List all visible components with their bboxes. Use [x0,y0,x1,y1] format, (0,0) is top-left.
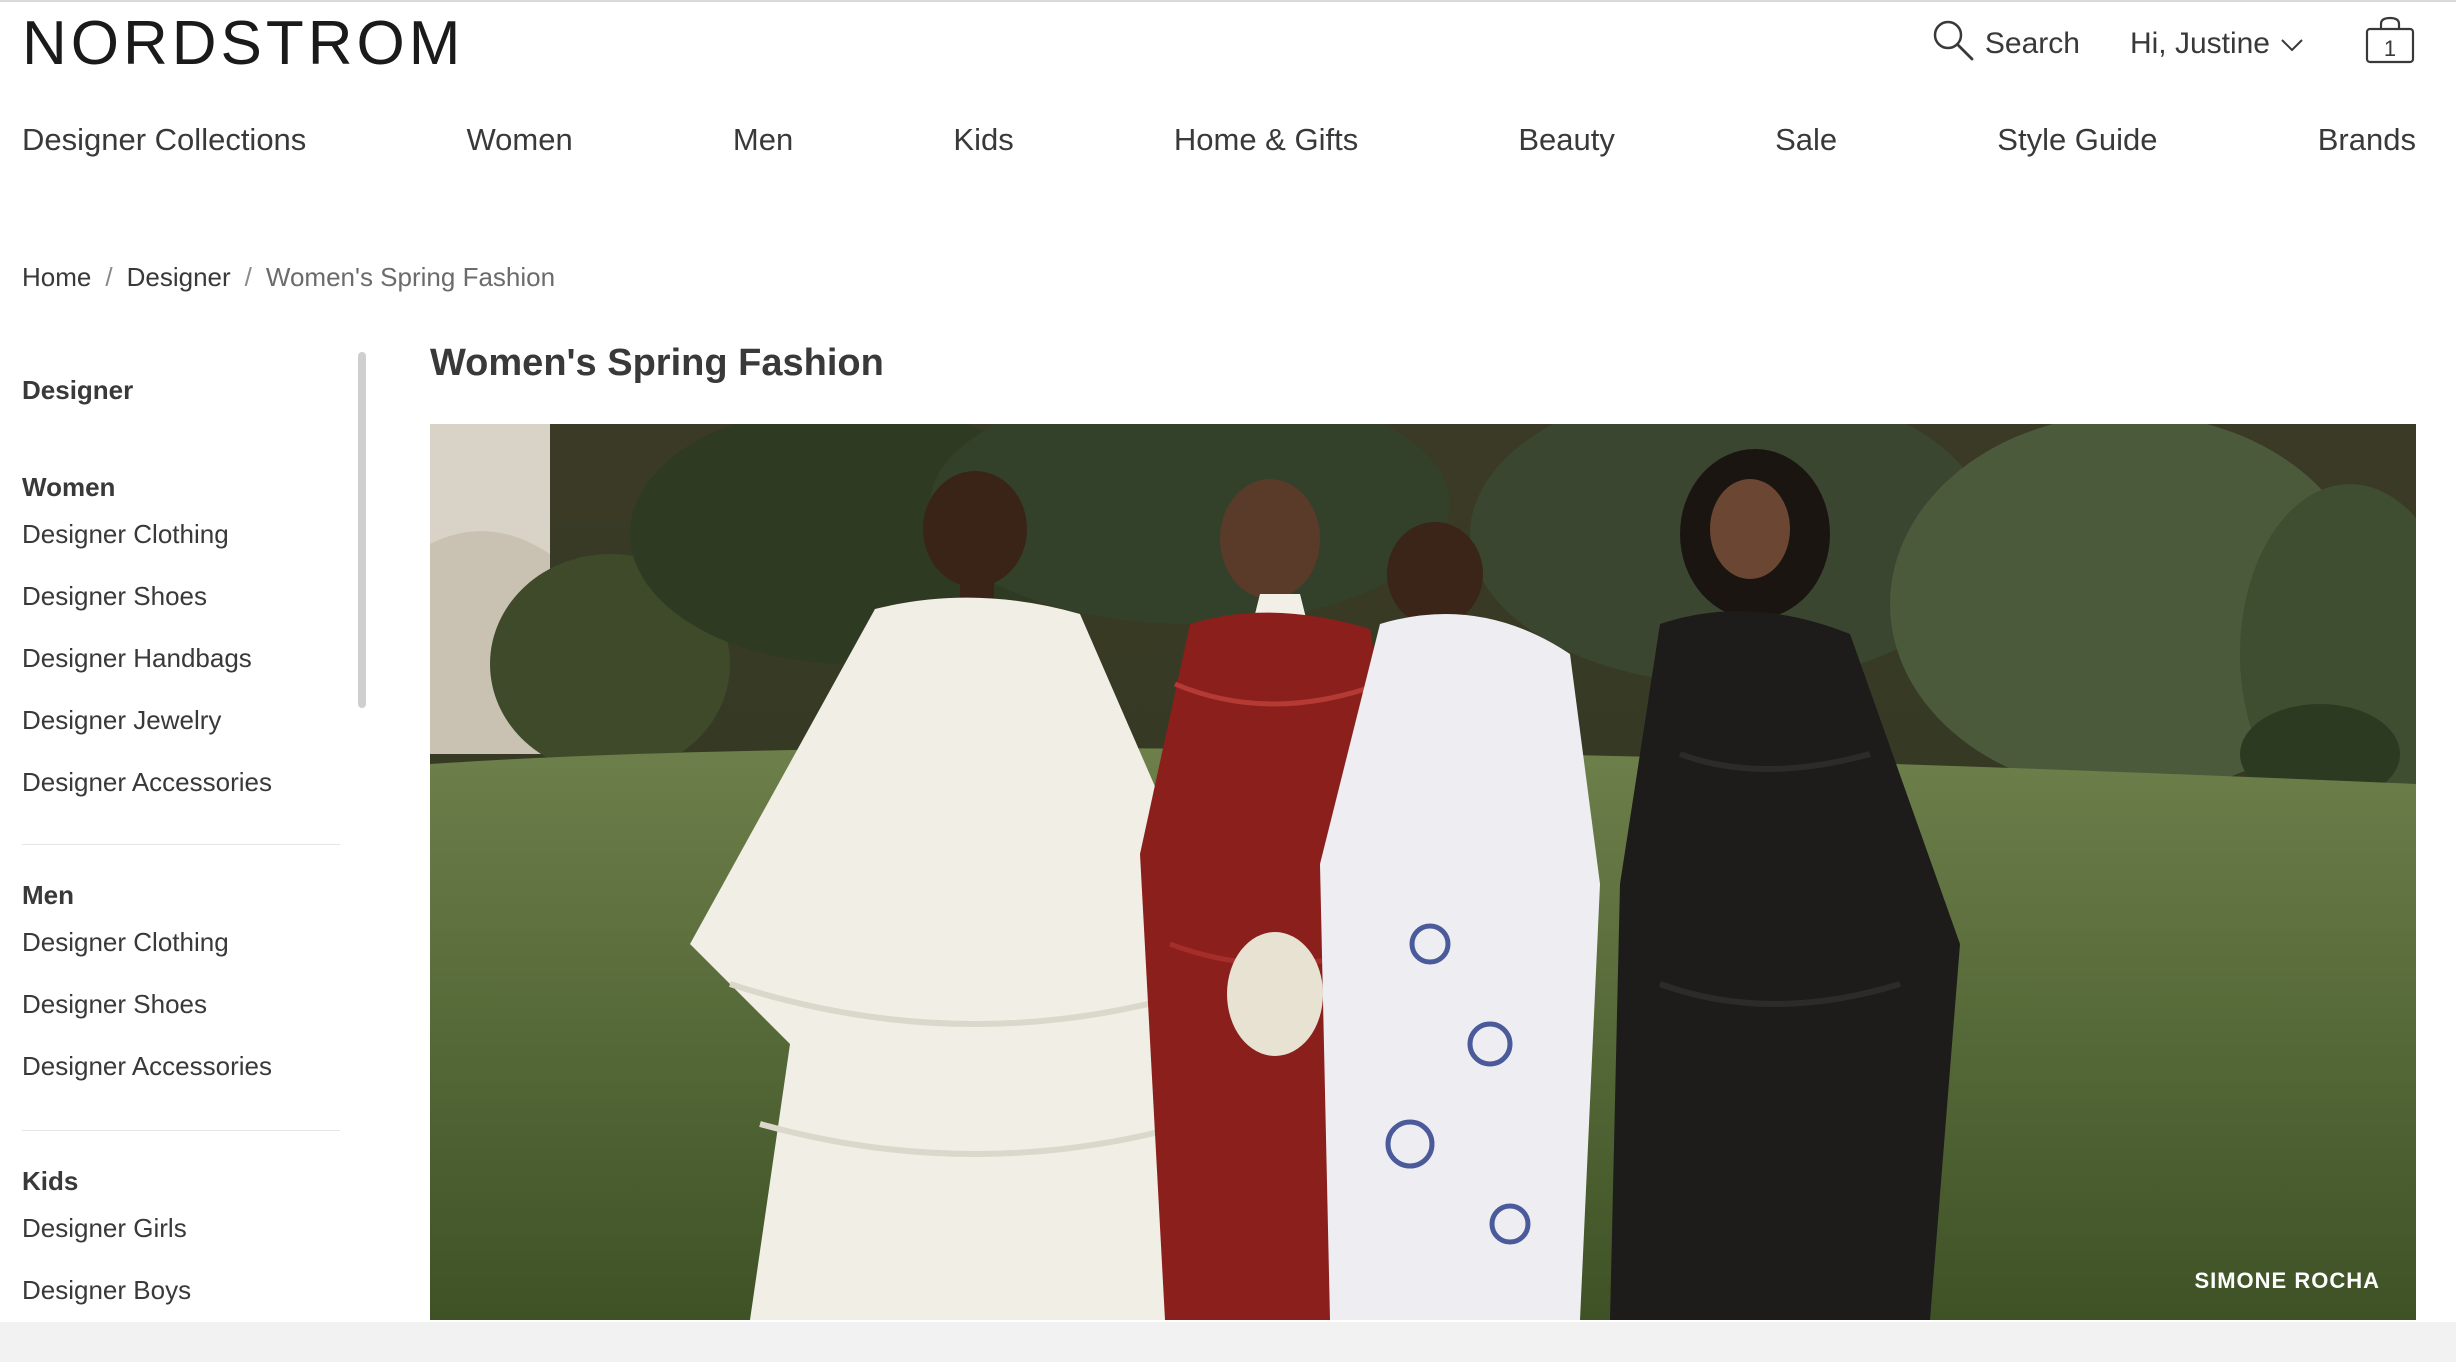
nav-style-guide[interactable]: Style Guide [1997,122,2157,158]
search-icon [1931,18,1985,70]
breadcrumb-separator: / [105,262,113,292]
sidebar-item-women-designer-handbags[interactable]: Designer Handbags [22,643,272,705]
breadcrumb-home[interactable]: Home [22,262,91,293]
sidebar-item-men-designer-accessories[interactable]: Designer Accessories [22,1051,272,1113]
sidebar-item-men-designer-clothing[interactable]: Designer Clothing [22,927,272,989]
breadcrumb-current: Women's Spring Fashion [265,262,556,292]
nav-sale[interactable]: Sale [1775,122,1837,158]
sidebar-item-women-designer-clothing[interactable]: Designer Clothing [22,519,272,581]
sidebar-heading-kids[interactable]: Kids [22,1166,191,1197]
sidebar-item-kids-designer-girls[interactable]: Designer Girls [22,1213,191,1275]
breadcrumb-separator: / [244,262,252,292]
shopping-bag-button[interactable]: 1 [2364,16,2416,69]
search-label: Search [1984,27,2080,60]
main-navigation: Designer Collections Women Men Kids Home… [22,118,2416,162]
hero-image [430,424,2416,1320]
sidebar-group-women: Women Designer Clothing Designer Shoes D… [22,472,272,829]
page-title: Women's Spring Fashion [430,342,884,384]
sidebar: Designer Women Designer Clothing Designe… [22,350,376,1340]
top-border [0,0,2456,2]
sidebar-item-women-designer-jewelry[interactable]: Designer Jewelry [22,705,272,767]
sidebar-divider [22,1130,340,1131]
account-label: Hi, Justine [2129,27,2270,60]
breadcrumb: Home / Designer / Women's Spring Fashion [22,262,555,293]
sidebar-group-kids: Kids Designer Girls Designer Boys [22,1166,191,1337]
sidebar-item-men-designer-shoes[interactable]: Designer Shoes [22,989,272,1051]
page-bottom-band [0,1322,2456,1362]
nav-men[interactable]: Men [733,122,793,158]
sidebar-divider [22,844,340,845]
nordstrom-logo[interactable]: NORDSTROM [22,12,464,76]
nav-kids[interactable]: Kids [953,122,1013,158]
nav-beauty[interactable]: Beauty [1518,122,1615,158]
hero-banner[interactable]: SIMONE ROCHA [430,424,2416,1320]
breadcrumb-designer[interactable]: Designer [127,262,231,293]
nav-home-gifts[interactable]: Home & Gifts [1174,122,1358,158]
sidebar-heading-women[interactable]: Women [22,472,272,503]
sidebar-item-women-designer-accessories[interactable]: Designer Accessories [22,767,272,829]
sidebar-scrollbar[interactable] [358,352,366,708]
nav-women[interactable]: Women [466,122,572,158]
sidebar-heading-men[interactable]: Men [22,880,272,911]
sidebar-heading-designer[interactable]: Designer [22,375,342,406]
sidebar-item-women-designer-shoes[interactable]: Designer Shoes [22,581,272,643]
bag-count: 1 [2383,36,2397,61]
account-menu[interactable]: Hi, Justine [2130,27,2304,61]
nav-designer-collections[interactable]: Designer Collections [22,122,306,158]
sidebar-group-men: Men Designer Clothing Designer Shoes Des… [22,880,272,1113]
hero-brand-label: SIMONE ROCHA [2194,1268,2380,1293]
utility-bar: Search Hi, Justine 1 [1931,14,2416,74]
search-button[interactable]: Search [1931,18,2080,70]
nav-brands[interactable]: Brands [2318,122,2416,158]
chevron-down-icon [2270,27,2304,61]
